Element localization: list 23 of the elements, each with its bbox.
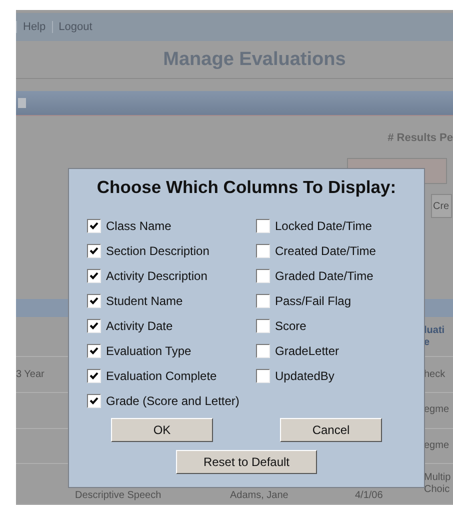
table-cell-text: egme <box>424 440 450 452</box>
table-cell-text: Descriptive Speech <box>74 490 162 501</box>
checkbox-label: UpdatedBy <box>275 369 334 383</box>
checkbox-label: Grade (Score and Letter) <box>106 394 240 408</box>
table-cell-text: Adams, Jane <box>229 490 290 501</box>
checkbox-label: Evaluation Complete <box>106 369 217 383</box>
checkbox-label: Section Description <box>106 244 210 258</box>
checkbox-label: Activity Date <box>106 319 173 333</box>
table-cell-text: Multip Choic <box>424 472 452 496</box>
checkbox-label: Graded Date/Time <box>275 269 374 283</box>
checkbox-label: Pass/Fail Flag <box>275 294 352 308</box>
checkbox-label: Locked Date/Time <box>275 219 372 233</box>
checkbox-label: GradeLetter <box>275 344 340 358</box>
checkbox-label: Evaluation Type <box>106 344 192 358</box>
dialog-title: Choose Which Columns To Display: <box>96 177 396 198</box>
table-cell-text: 4/1/06 <box>354 490 384 501</box>
table-cell-text: 3 Year <box>16 369 46 380</box>
checkbox-label: Activity Description <box>106 269 208 283</box>
checkbox-label: Created Date/Time <box>275 244 376 258</box>
checkbox-label: Class Name <box>106 219 172 233</box>
checkbox-label: Score <box>275 319 306 333</box>
table-cell-text: egme <box>424 404 450 416</box>
checkbox-label: Student Name <box>106 294 183 308</box>
